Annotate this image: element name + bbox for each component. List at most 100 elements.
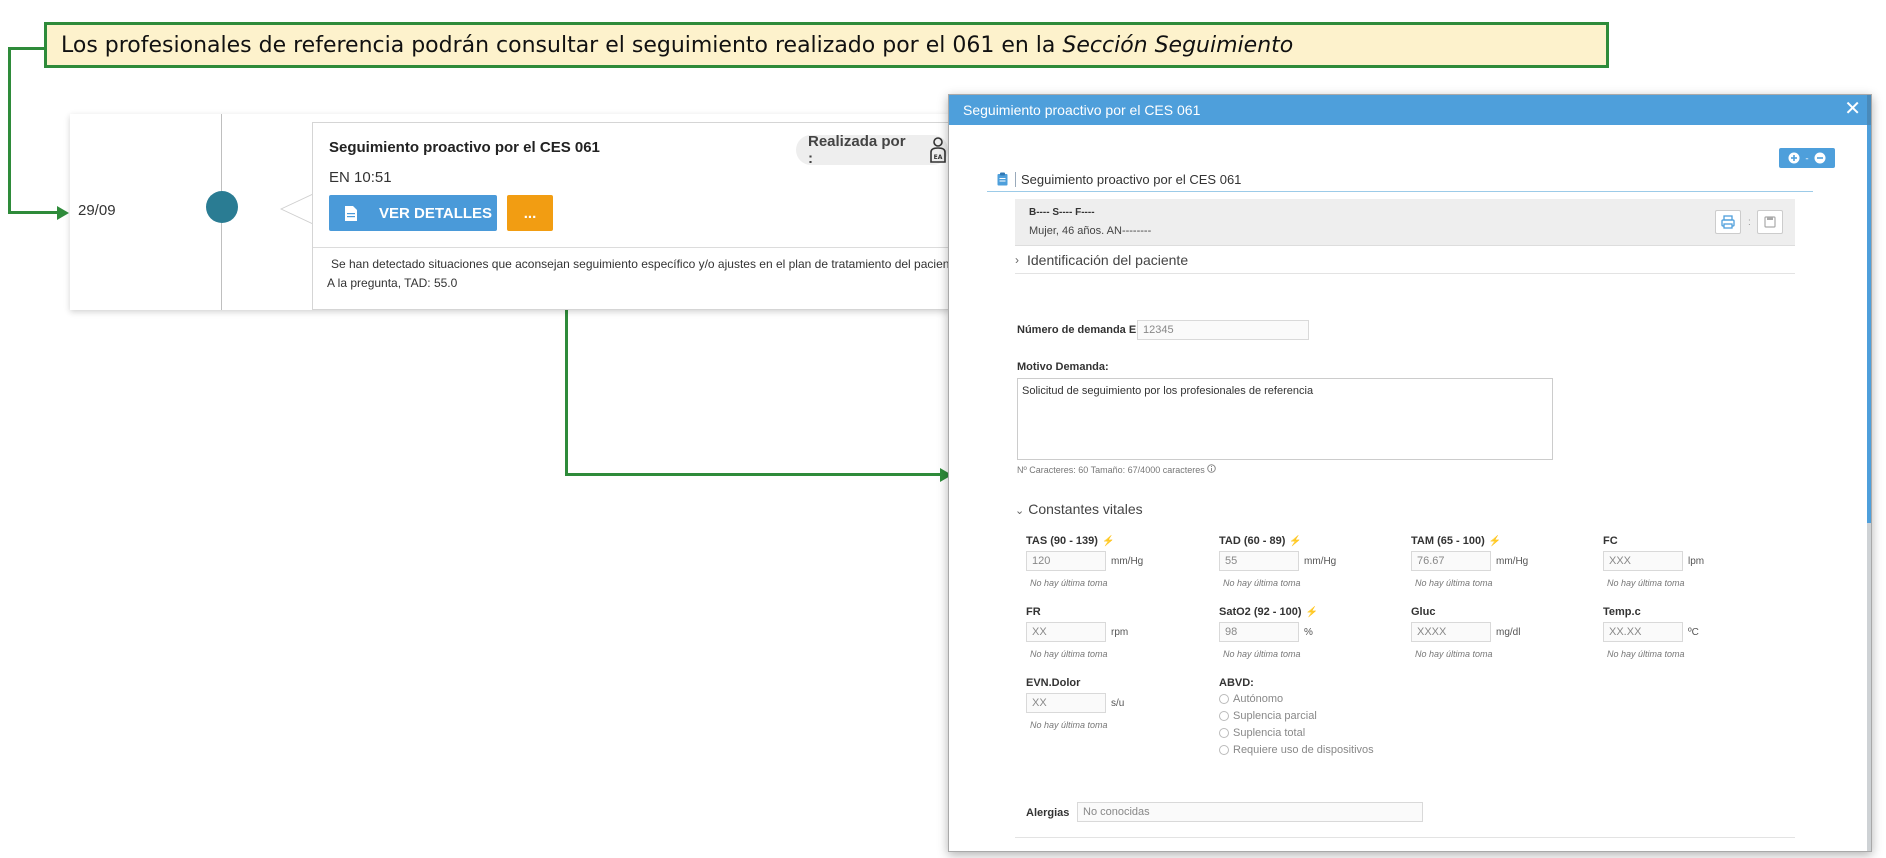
save-icon (1764, 216, 1776, 228)
event-detail-value: A la pregunta, TAD: 55.0 (327, 276, 458, 290)
info-icon (1207, 464, 1217, 473)
vital-label-tas: TAS (90 - 139) ⚡ (1026, 535, 1115, 547)
timeline-dot[interactable] (206, 191, 238, 223)
print-icon (1721, 215, 1735, 229)
plug-icon: ⚡ (1305, 607, 1318, 618)
demanda-field[interactable]: 12345 (1137, 320, 1309, 340)
plug-icon: ⚡ (1289, 536, 1302, 547)
callout-emphasis: Sección Seguimiento (1062, 32, 1294, 58)
connector-line (8, 47, 11, 214)
event-title: Seguimiento proactivo por el CES 061 (329, 139, 600, 156)
temp-unit: ºC (1688, 627, 1699, 638)
close-icon[interactable]: ✕ (1844, 98, 1861, 120)
connector-line (8, 211, 60, 214)
event-time: EN 10:51 (329, 169, 392, 186)
save-button[interactable] (1757, 210, 1783, 234)
clipboard-icon (997, 172, 1008, 186)
sato2-unit: % (1304, 627, 1313, 638)
sato2-note: No hay última toma (1223, 649, 1301, 659)
motivo-label: Motivo Demanda: (1017, 361, 1109, 373)
connector-line (565, 306, 568, 476)
vital-label-fc: FC (1603, 535, 1618, 547)
connector-arrow (57, 206, 69, 220)
fc-input[interactable]: XXX (1603, 551, 1683, 571)
radio-icon (1219, 728, 1229, 738)
counter-text: Nº Caracteres: 60 Tamaño: 67/4000 caract… (1017, 465, 1205, 475)
tam-input[interactable]: 76.67 (1411, 551, 1491, 571)
section-header: Seguimiento proactivo por el CES 061 (987, 171, 1813, 192)
modal-scrollbar[interactable] (1867, 125, 1871, 523)
expand-collapse-button[interactable]: - (1779, 148, 1835, 168)
fc-note: No hay última toma (1607, 578, 1685, 588)
callout-banner: Los profesionales de referencia podrán c… (44, 22, 1609, 68)
tam-unit: mm/Hg (1496, 556, 1529, 567)
callout-text: Los profesionales de referencia podrán c… (61, 32, 1056, 58)
vital-label-tam: TAM (65 - 100) ⚡ (1411, 535, 1502, 547)
divider (1015, 837, 1795, 838)
alergias-field[interactable]: No conocidas (1077, 802, 1423, 822)
gluc-unit: mg/dl (1496, 627, 1521, 638)
divider (313, 247, 953, 248)
tad-unit: mm/Hg (1304, 556, 1337, 567)
tas-input[interactable]: 120 (1026, 551, 1106, 571)
modal-title: Seguimiento proactivo por el CES 061 (963, 102, 1201, 118)
alergias-label: Alergias (1026, 807, 1070, 819)
gluc-note: No hay última toma (1415, 649, 1493, 659)
seguimiento-modal: Seguimiento proactivo por el CES 061 ✕ -… (948, 94, 1872, 852)
ver-detalles-label: VER DETALLES (379, 204, 493, 222)
identificacion-label: Identificación del paciente (1027, 252, 1189, 268)
ver-detalles-button[interactable]: VER DETALLES (329, 195, 497, 231)
fr-unit: rpm (1111, 627, 1129, 638)
fr-note: No hay última toma (1030, 649, 1108, 659)
identificacion-toggle[interactable]: › Identificación del paciente (1015, 251, 1795, 274)
radio-icon (1219, 711, 1229, 721)
temp-note: No hay última toma (1607, 649, 1685, 659)
abvd-option-suplencia-parcial[interactable]: Suplencia parcial (1219, 710, 1317, 722)
card-pointer (280, 194, 312, 224)
character-counter: Nº Caracteres: 60 Tamaño: 67/4000 caract… (1017, 464, 1217, 475)
fr-input[interactable]: XX (1026, 622, 1106, 642)
connector-line (8, 47, 45, 50)
vital-label-fr: FR (1026, 606, 1041, 618)
sato2-input[interactable]: 98 (1219, 622, 1299, 642)
realizada-por-badge[interactable]: Realizada por : EA (796, 133, 948, 167)
abvd-option-autonomo[interactable]: Autónomo (1219, 693, 1283, 705)
plus-minus-icon: - (1788, 152, 1826, 164)
vital-label-gluc: Gluc (1411, 606, 1436, 618)
tam-note: No hay última toma (1415, 578, 1493, 588)
temp-input[interactable]: XX.XX (1603, 622, 1683, 642)
dolor-note: No hay última toma (1030, 720, 1108, 730)
radio-icon (1219, 745, 1229, 755)
document-icon (345, 205, 357, 221)
modal-header: Seguimiento proactivo por el CES 061 ✕ (949, 95, 1871, 125)
plug-icon: ⚡ (1488, 536, 1502, 547)
motivo-textarea[interactable]: Solicitud de seguimiento por los profesi… (1017, 378, 1553, 460)
tad-input[interactable]: 55 (1219, 551, 1299, 571)
abvd-option-dispositivos[interactable]: Requiere uso de dispositivos (1219, 744, 1374, 756)
tas-note: No hay última toma (1030, 578, 1108, 588)
print-button[interactable] (1715, 210, 1741, 234)
section-title: Seguimiento proactivo por el CES 061 (1021, 172, 1242, 187)
timeline-panel: 29/09 Seguimiento proactivo por el CES 0… (70, 114, 963, 310)
constantes-label: Constantes vitales (1028, 501, 1143, 517)
patient-band: B---- S---- F---- Mujer, 46 años. AN----… (1015, 199, 1795, 246)
timeline-date: 29/09 (78, 202, 116, 219)
constantes-toggle[interactable]: ⌄ Constantes vitales (1015, 501, 1143, 517)
chevron-down-icon: ⌄ (1015, 505, 1025, 517)
chevron-right-icon: › (1015, 253, 1019, 267)
vital-label-temp: Temp.c (1603, 606, 1641, 618)
button-separator: : (1748, 217, 1751, 228)
realizada-label: Realizada por : (808, 133, 906, 167)
tas-unit: mm/Hg (1111, 556, 1144, 567)
vital-label-tad: TAD (60 - 89) ⚡ (1219, 535, 1302, 547)
more-options-button[interactable]: ... (507, 195, 553, 231)
dolor-input[interactable]: XX (1026, 693, 1106, 713)
svg-text:EA: EA (934, 154, 943, 161)
fc-unit: lpm (1688, 556, 1705, 567)
event-detail-text: Se han detectado situaciones que aconsej… (331, 257, 963, 271)
abvd-label: ABVD: (1219, 677, 1254, 689)
radio-icon (1219, 694, 1229, 704)
dolor-unit: s/u (1111, 698, 1125, 709)
gluc-input[interactable]: XXXX (1411, 622, 1491, 642)
abvd-option-suplencia-total[interactable]: Suplencia total (1219, 727, 1305, 739)
